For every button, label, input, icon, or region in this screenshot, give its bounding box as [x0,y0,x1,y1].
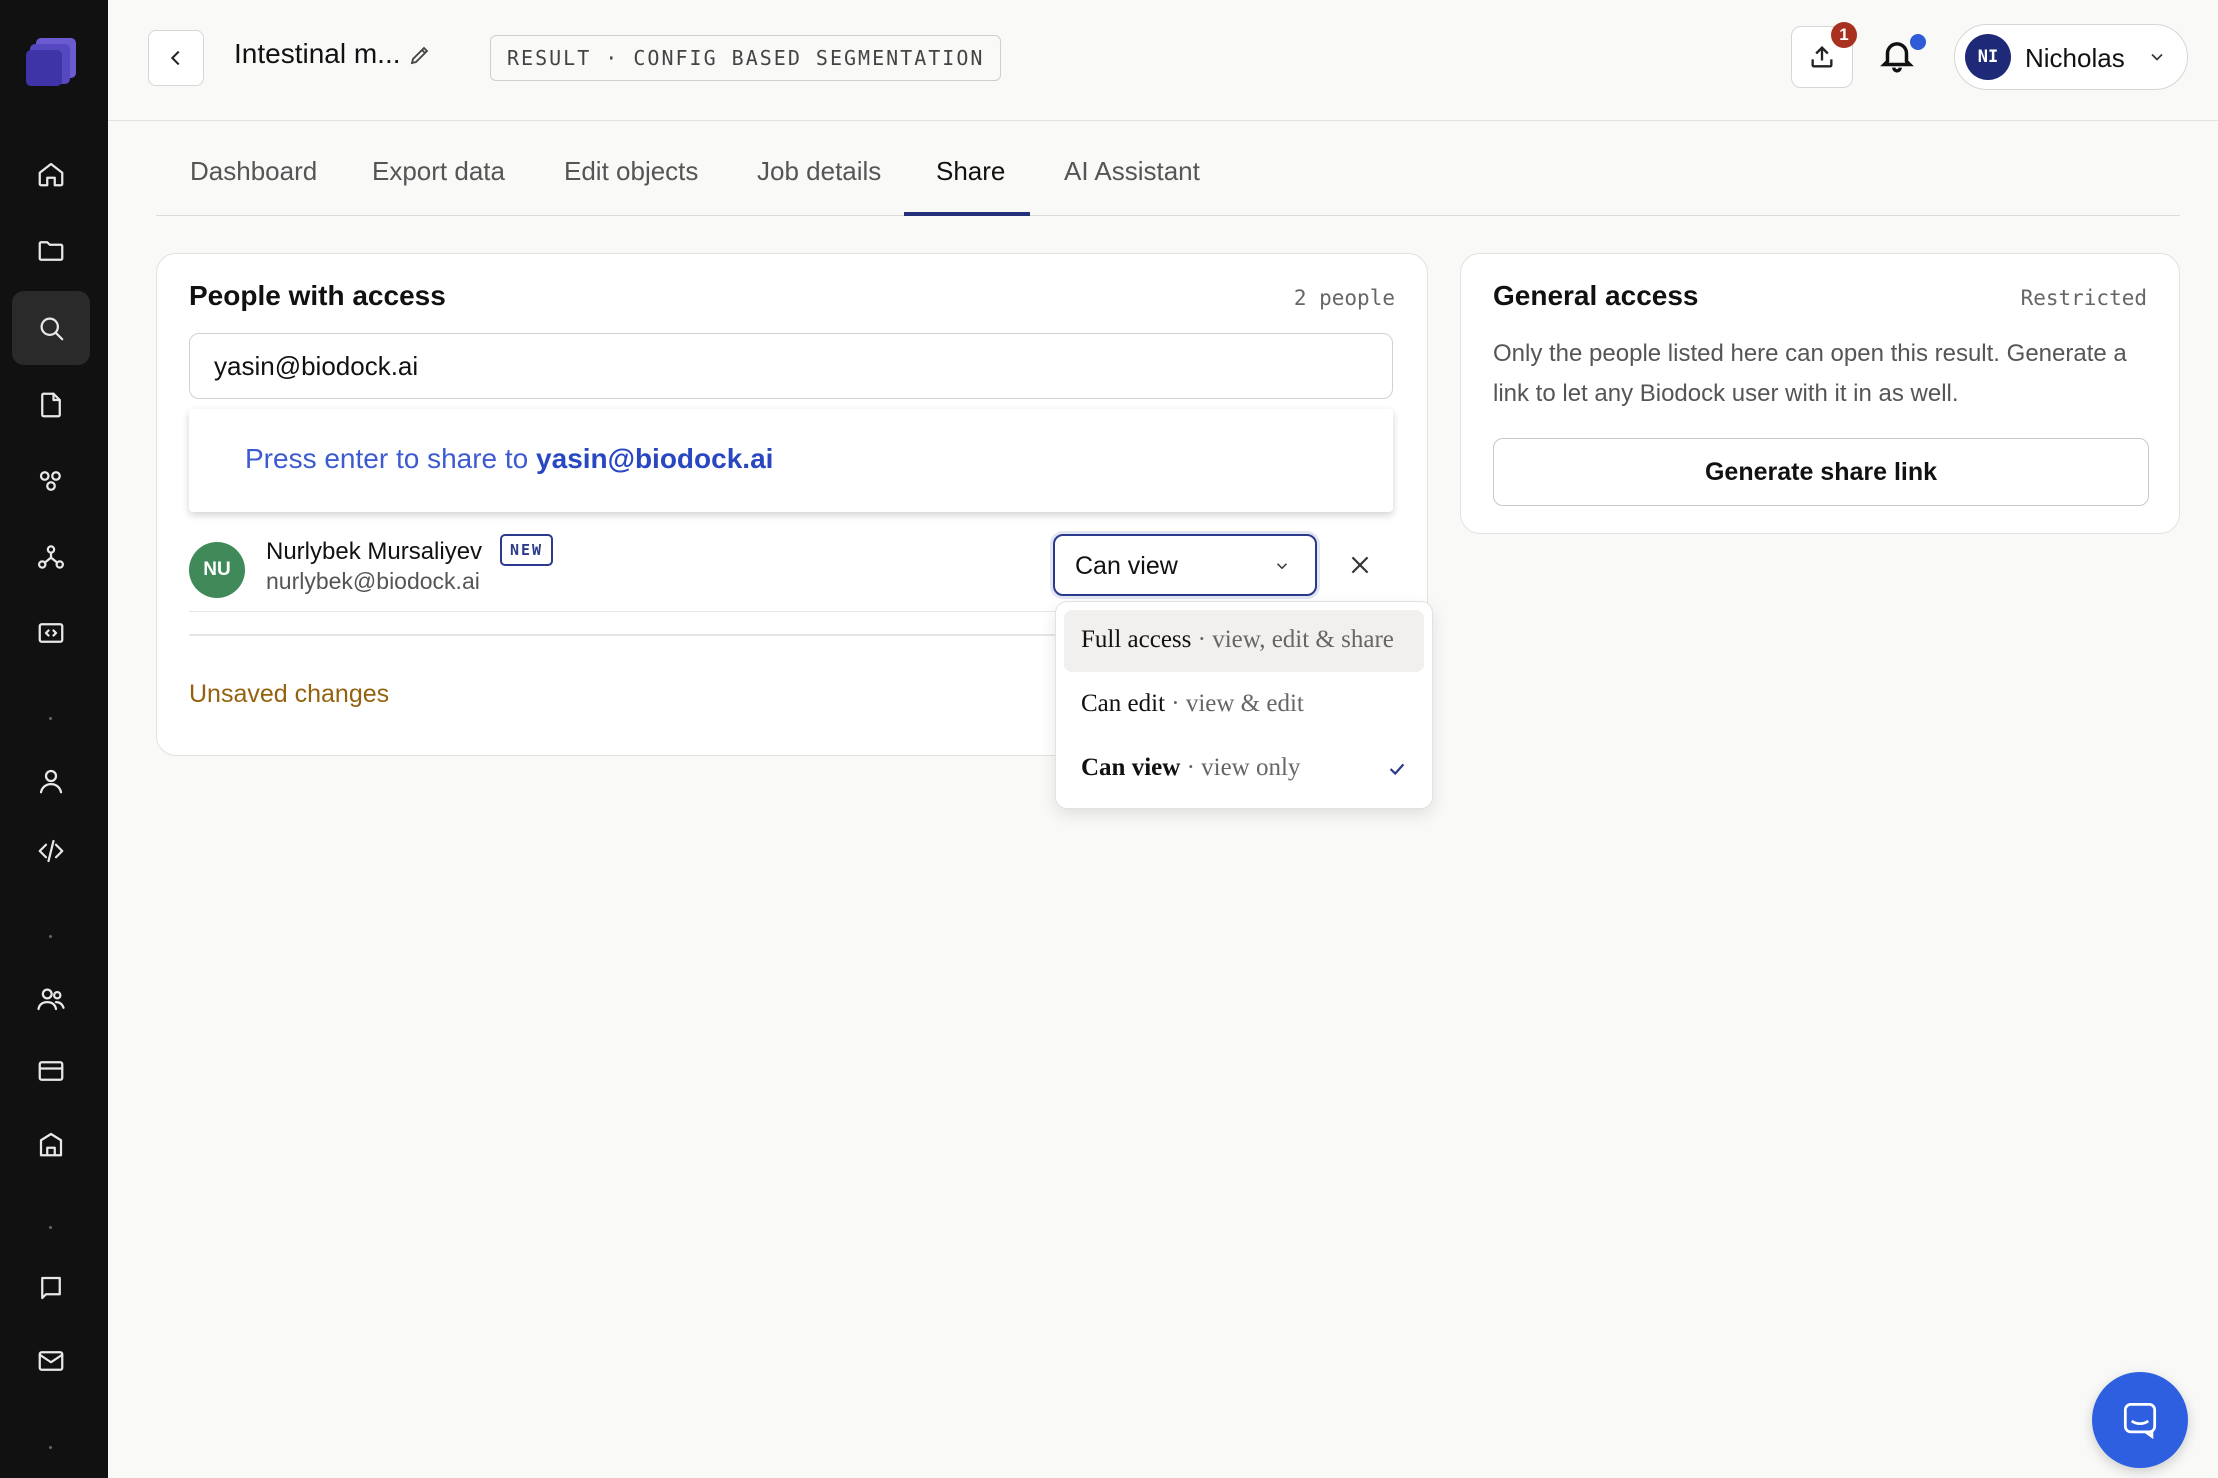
menu-item-detail: · view & edit [1165,690,1304,717]
search-icon [40,317,64,341]
menu-item-can-edit[interactable]: Can edit · view & edit [1064,674,1424,736]
sidebar [0,0,108,1478]
user-name: Nicholas [2025,43,2125,73]
sidebar-docs[interactable] [12,1251,90,1325]
code-window-icon [38,623,64,643]
page-title: Intestinal m... [234,38,401,69]
sidebar-search[interactable] [12,291,90,365]
sidebar-separator [49,1446,52,1449]
file-icon [41,392,61,418]
menu-item-text: Can edit · view & edit [1081,690,1304,718]
sidebar-billing[interactable] [12,1034,90,1108]
suggestion-prefix: Press enter to share to [245,443,537,474]
logo-layer [26,50,62,86]
code-icon [38,839,64,863]
chat-icon [2123,1403,2157,1440]
people-count: 2 people [1293,286,1395,310]
tab-job-details[interactable]: Job details [757,156,881,216]
support-chat-button[interactable] [2092,1372,2188,1468]
person-email: nurlybek@biodock.ai [266,568,480,594]
sidebar-separator [49,717,52,720]
sidebar-files[interactable] [12,368,90,442]
chevron-left-icon [170,50,180,66]
sidebar-account[interactable] [12,744,90,818]
folder-icon [38,241,64,261]
pencil-icon [410,46,429,65]
card-icon [38,1061,64,1081]
list-item: NU Nurlybek Mursaliyev NEW nurlybek@biod… [189,522,1393,612]
person-name: Nurlybek Mursaliyev [266,538,483,565]
user-menu[interactable]: NI Nicholas [1954,24,2188,90]
sidebar-home[interactable] [12,137,90,211]
suggestion-email: yasin@biodock.ai [536,443,774,474]
menu-item-detail: · view only [1180,754,1301,781]
sidebar-separator [49,935,52,938]
mail-icon [38,1351,64,1371]
tab-share[interactable]: Share [936,156,1005,216]
menu-item-label: Full access [1081,626,1192,653]
people-card-title: People with access [189,280,446,311]
role-dropdown-menu: Full access · view, edit & share Can edi… [1055,601,1433,809]
menu-item-text: Can view · view only [1081,754,1300,782]
edit-title-button[interactable] [408,43,432,67]
biodock-logo[interactable] [26,38,76,88]
sidebar-pipelines[interactable] [12,520,90,594]
share-suggestion[interactable]: Press enter to share to yasin@biodock.ai [189,409,1393,512]
unsaved-changes-text: Unsaved changes [189,680,390,708]
menu-item-label: Can view [1081,754,1181,781]
book-icon [41,1276,61,1300]
notification-dot [1910,34,1926,50]
tab-dashboard[interactable]: Dashboard [190,156,317,216]
sidebar-workbench[interactable] [12,596,90,670]
team-icon [37,988,65,1011]
role-select-value: Can view [1075,552,1178,580]
upload-icon [1811,46,1833,68]
sidebar-contact[interactable] [12,1324,90,1398]
general-card-title: General access [1493,280,1699,311]
general-access-card: General access Restricted Only the peopl… [1460,253,2180,534]
chevron-down-icon [2147,47,2167,67]
user-icon [39,769,63,794]
active-tab-indicator [904,212,1030,216]
avatar: NU [189,542,245,598]
suggestion-text: Press enter to share to yasin@biodock.ai [245,443,773,475]
check-icon [1386,758,1408,780]
result-tabs: Dashboard Export data Edit objects Job d… [156,148,2180,216]
close-icon [1351,556,1369,574]
back-button[interactable] [148,30,204,86]
tab-export-data[interactable]: Export data [372,156,505,216]
general-access-description: Only the people listed here can open thi… [1493,340,2127,407]
sidebar-organization[interactable] [12,1107,90,1181]
sidebar-separator [49,1226,52,1229]
upload-count-badge: 1 [1831,22,1857,48]
new-badge: NEW [500,534,554,566]
menu-item-text: Full access · view, edit & share [1081,626,1394,654]
sidebar-developer[interactable] [12,814,90,888]
home-icon [38,162,64,187]
generate-share-link-button[interactable]: Generate share link [1493,438,2149,506]
tab-edit-objects[interactable]: Edit objects [564,156,698,216]
menu-item-full-access[interactable]: Full access · view, edit & share [1064,610,1424,672]
top-header: Intestinal m... RESULT · CONFIG BASED SE… [108,0,2218,121]
result-type-tag: RESULT · CONFIG BASED SEGMENTATION [490,35,1002,81]
tab-ai-assistant[interactable]: AI Assistant [1064,156,1200,216]
building-icon [39,1132,63,1157]
avatar: NI [1965,34,2011,80]
network-icon [38,545,64,569]
chevron-down-icon [1273,557,1291,575]
access-status: Restricted [2020,286,2147,310]
menu-item-can-view[interactable]: Can view · view only [1064,738,1424,800]
role-select[interactable]: Can view [1053,534,1317,596]
menu-item-detail: · view, edit & share [1191,626,1394,653]
sidebar-models[interactable] [12,444,90,518]
nodes-icon [39,471,61,491]
sidebar-team[interactable] [12,962,90,1036]
share-email-input[interactable] [189,333,1393,399]
sidebar-folders[interactable] [12,214,90,288]
remove-person-button[interactable] [1347,552,1375,580]
menu-item-label: Can edit [1081,690,1166,717]
